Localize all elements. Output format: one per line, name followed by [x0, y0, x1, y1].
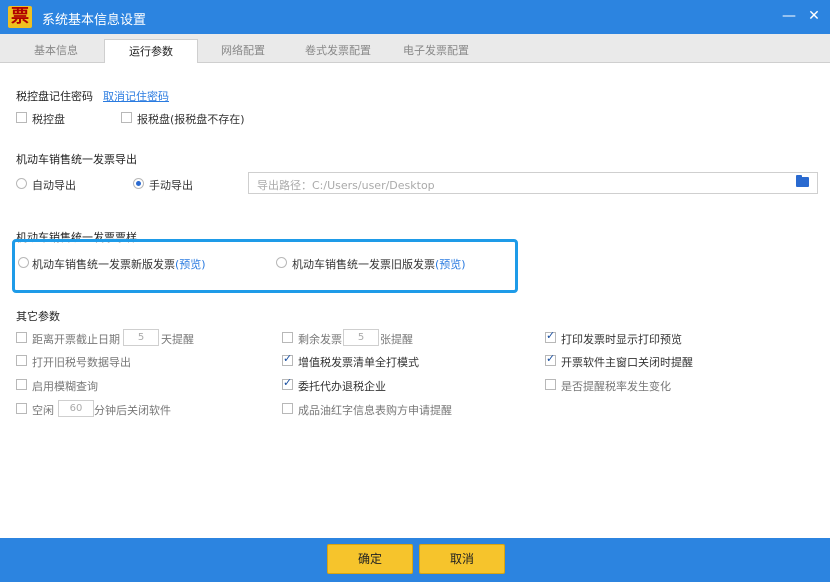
checkbox-fuzzy-search[interactable]	[16, 379, 27, 390]
checkbox-tax-rate-change[interactable]	[545, 379, 556, 390]
label-deadline-post: 天提醒	[161, 333, 194, 346]
radio-old-invoice[interactable]	[276, 257, 287, 268]
checkbox-old-tax-export[interactable]	[16, 355, 27, 366]
radio-new-invoice[interactable]	[18, 257, 29, 268]
checkbox-agent-refund[interactable]	[282, 376, 293, 390]
label-oil-red-info: 成品油红字信息表购方申请提醒	[298, 404, 452, 417]
checkbox-oil-red-info[interactable]	[282, 403, 293, 414]
export-path-text: 导出路径：C:/Users/user/Desktop	[257, 179, 435, 192]
checkbox-print-preview[interactable]	[545, 329, 556, 343]
cancel-button[interactable]: 取消	[419, 544, 505, 574]
preview-old-link[interactable]: (预览)	[435, 258, 466, 271]
footer-bar: 确定 取消	[0, 538, 830, 582]
clear-password-link[interactable]: 取消记住密码	[103, 88, 169, 104]
label-tax-control-disk: 税控盘	[32, 113, 65, 126]
tab-e-invoice-config[interactable]: 电子发票配置	[388, 39, 484, 62]
label-tax-report-disk: 报税盘(报税盘不存在)	[137, 113, 245, 126]
label-remaining-post: 张提醒	[380, 333, 413, 346]
tab-bar: 基本信息 运行参数 网络配置 卷式发票配置 电子发票配置	[0, 34, 830, 64]
checkbox-idle-close[interactable]	[16, 403, 27, 414]
remaining-count-input[interactable]: 5	[343, 329, 379, 346]
tab-network-config[interactable]: 网络配置	[200, 39, 286, 62]
label-idle-pre: 空闲	[32, 404, 54, 417]
label-agent-refund: 委托代办退税企业	[298, 380, 386, 393]
idle-minutes-input[interactable]: 60	[58, 400, 94, 417]
preview-new-link[interactable]: (预览)	[175, 258, 206, 271]
checkbox-vat-list-print[interactable]	[282, 352, 293, 366]
checkbox-tax-control-disk[interactable]	[16, 112, 27, 123]
label-close-reminder: 开票软件主窗口关闭时提醒	[561, 356, 693, 369]
tab-roll-invoice-config[interactable]: 卷式发票配置	[290, 39, 386, 62]
export-path-field[interactable]: 导出路径：C:/Users/user/Desktop	[248, 172, 818, 194]
folder-icon[interactable]	[796, 175, 809, 187]
label-print-preview: 打印发票时显示打印预览	[561, 333, 682, 346]
ok-button[interactable]: 确定	[327, 544, 413, 574]
window-title: 系统基本信息设置	[42, 13, 147, 28]
label-old-invoice: 机动车销售统一发票旧版发票(预览)	[292, 258, 466, 271]
label-fuzzy-search: 启用模糊查询	[32, 380, 98, 393]
checkbox-tax-report-disk[interactable]	[121, 112, 132, 123]
radio-auto-export[interactable]	[16, 178, 27, 189]
settings-window: 票 系统基本信息设置 — ✕ 基本信息 运行参数 网络配置 卷式发票配置 电子发…	[0, 0, 830, 582]
section-title-export: 机动车销售统一发票导出	[16, 153, 137, 166]
checkbox-close-reminder[interactable]	[545, 352, 556, 366]
label-manual-export: 手动导出	[149, 179, 193, 192]
label-auto-export: 自动导出	[32, 179, 76, 192]
tab-run-params[interactable]: 运行参数	[104, 39, 198, 64]
title-bar: 票 系统基本信息设置 — ✕	[0, 0, 830, 34]
label-new-invoice: 机动车销售统一发票新版发票(预览)	[32, 258, 206, 271]
minimize-button[interactable]: —	[781, 8, 797, 24]
label-remaining-pre: 剩余发票	[298, 333, 342, 346]
radio-manual-export[interactable]	[133, 178, 144, 189]
label-idle-post: 分钟后关闭软件	[94, 404, 171, 417]
label-deadline-pre: 距离开票截止日期	[32, 333, 120, 346]
app-icon: 票	[8, 6, 32, 28]
close-button[interactable]: ✕	[806, 8, 822, 24]
checkbox-deadline-reminder[interactable]	[16, 332, 27, 343]
section-title-other: 其它参数	[16, 310, 60, 323]
deadline-days-input[interactable]: 5	[123, 329, 159, 346]
tab-basic-info[interactable]: 基本信息	[6, 39, 106, 62]
label-vat-list-print: 增值税发票清单全打模式	[298, 356, 419, 369]
label-tax-rate-change: 是否提醒税率发生变化	[561, 380, 671, 393]
label-old-tax-export: 打开旧税号数据导出	[32, 356, 131, 369]
section-title-password: 税控盘记住密码	[16, 90, 93, 103]
checkbox-remaining-invoice[interactable]	[282, 332, 293, 343]
settings-panel: 税控盘记住密码 取消记住密码 税控盘 报税盘(报税盘不存在) 机动车销售统一发票…	[0, 63, 830, 538]
